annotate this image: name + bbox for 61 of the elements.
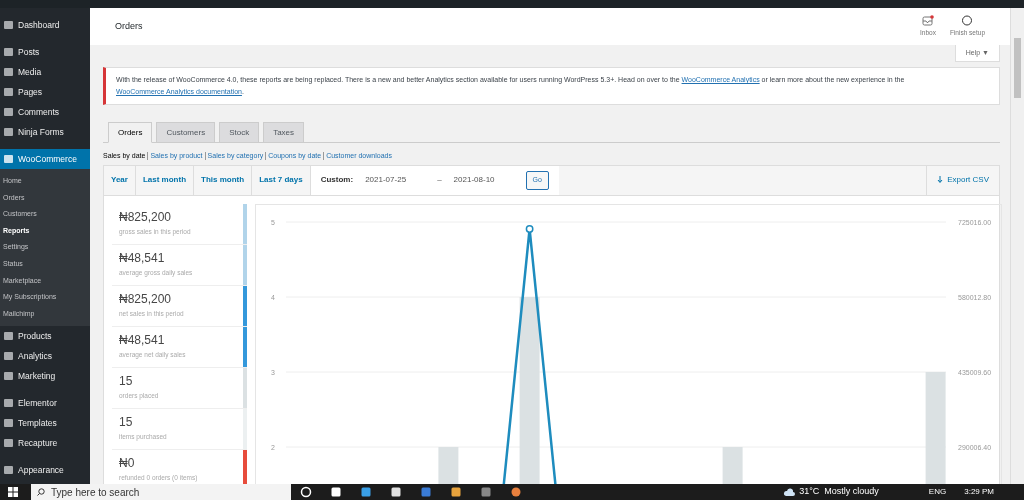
menu-item[interactable]: Posts bbox=[0, 42, 90, 62]
scrollbar[interactable] bbox=[1010, 8, 1024, 484]
square-icon bbox=[4, 108, 13, 116]
data-point-marker bbox=[525, 224, 534, 233]
range-tab[interactable]: Last 7 days bbox=[252, 165, 311, 195]
date-field[interactable]: 2021-07-25 bbox=[365, 174, 426, 186]
custom-label: Custom: bbox=[320, 174, 354, 186]
menu-item[interactable]: Templates bbox=[0, 413, 90, 434]
cloud-icon bbox=[783, 487, 796, 497]
legend-value: ₦825,200 bbox=[119, 209, 173, 224]
inbox-icon bbox=[922, 15, 934, 27]
square-icon bbox=[4, 332, 13, 341]
menu-item[interactable]: Pages bbox=[0, 82, 90, 102]
square-icon bbox=[4, 88, 13, 96]
menu-item[interactable]: Analytics bbox=[0, 346, 90, 367]
language-indicator[interactable]: ENG bbox=[928, 486, 947, 498]
report-tab[interactable]: Stock bbox=[219, 122, 260, 143]
menu-item[interactable]: Marketing bbox=[0, 366, 90, 387]
square-icon bbox=[4, 399, 13, 408]
square-icon bbox=[4, 439, 13, 448]
menu-item[interactable]: Products bbox=[0, 326, 90, 347]
windows-start-icon[interactable] bbox=[8, 487, 18, 497]
square-icon bbox=[4, 372, 13, 381]
legend-value: ₦825,200 bbox=[119, 291, 173, 306]
weather-text[interactable]: 31°C Mostly cloudy bbox=[799, 485, 879, 499]
circle-icon[interactable] bbox=[300, 486, 312, 498]
page-title: Orders bbox=[115, 19, 143, 33]
square-icon bbox=[4, 419, 13, 428]
range-tab[interactable]: Year bbox=[104, 165, 136, 195]
report-tab[interactable]: Customers bbox=[156, 122, 216, 143]
legend-value: 15 bbox=[119, 414, 134, 429]
menu-item[interactable]: WooCommerce bbox=[0, 149, 90, 169]
range-tab[interactable]: Last month bbox=[135, 165, 194, 195]
legend-value: 15 bbox=[119, 373, 134, 388]
menu-item[interactable]: Dashboard bbox=[0, 15, 90, 35]
range-tab[interactable]: This month bbox=[194, 165, 253, 195]
menu-item[interactable]: Appearance bbox=[0, 460, 90, 481]
download-icon bbox=[937, 176, 944, 184]
menu-item[interactable]: Ninja Forms bbox=[0, 122, 90, 142]
square-icon bbox=[4, 48, 13, 56]
square-icon bbox=[4, 21, 13, 29]
clock-text[interactable]: 3:29 PM bbox=[964, 486, 994, 498]
date-field[interactable]: 2021-08-10 bbox=[453, 174, 514, 186]
legend-value: ₦48,541 bbox=[119, 332, 166, 347]
report-tab[interactable]: Taxes bbox=[263, 122, 305, 143]
square-icon bbox=[4, 466, 13, 475]
square-icon bbox=[4, 68, 13, 76]
menu-item[interactable]: Media bbox=[0, 62, 90, 82]
square-icon bbox=[4, 155, 13, 163]
menu-item[interactable]: Comments bbox=[0, 102, 90, 122]
range-dash: – bbox=[437, 174, 442, 186]
square-icon bbox=[4, 128, 13, 136]
export-csv-button[interactable]: Export CSV bbox=[926, 165, 999, 195]
square-icon bbox=[4, 352, 13, 361]
menu-item[interactable]: Elementor bbox=[0, 393, 90, 414]
circle-icon bbox=[961, 15, 974, 27]
menu-item[interactable]: Recapture bbox=[0, 433, 90, 454]
report-tab[interactable]: Orders bbox=[108, 122, 153, 143]
legend-value: ₦48,541 bbox=[119, 250, 166, 265]
legend-value: ₦0 bbox=[119, 455, 136, 470]
search-icon bbox=[37, 488, 45, 496]
